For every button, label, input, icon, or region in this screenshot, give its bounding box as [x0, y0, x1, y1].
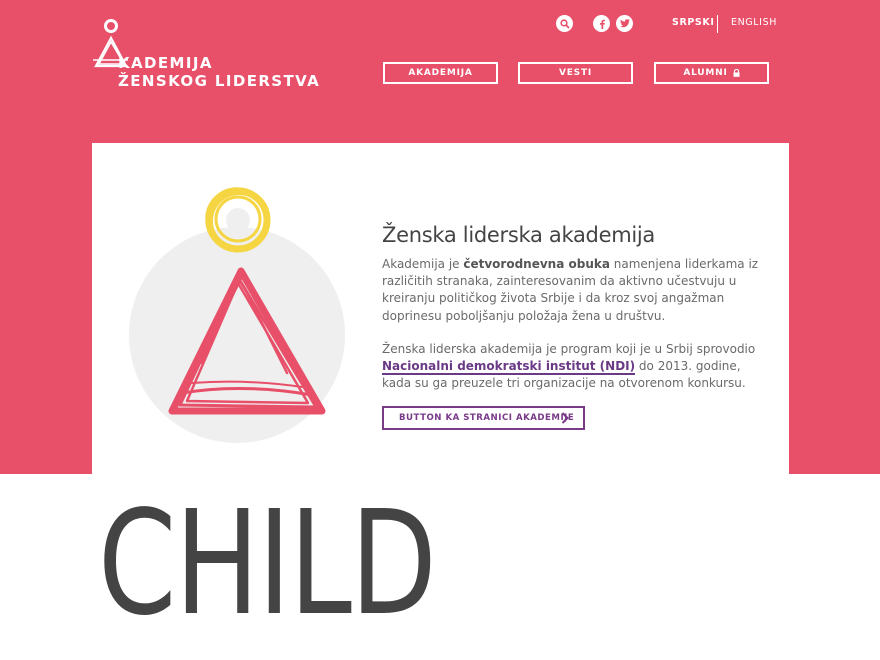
- para1-text-start: Akademija je: [382, 257, 464, 271]
- child-heading: CHILD: [98, 479, 437, 647]
- site-logo[interactable]: KADEMIJA ŽENSKOG LIDERSTVA: [90, 16, 319, 92]
- academy-illustration: [129, 187, 345, 443]
- lang-divider: [717, 15, 718, 33]
- intro-paragraph-2: Ženska liderska akademija je program koj…: [382, 341, 772, 393]
- ndi-link[interactable]: Nacionalni demokratski institut (NDI): [382, 359, 636, 376]
- intro-card: Ženska liderska akademija Akademija je č…: [92, 143, 789, 474]
- para1-bold-text: četvorodnevna obuka: [463, 257, 610, 271]
- search-icon[interactable]: [556, 15, 573, 32]
- card-title: Ženska liderska akademija: [382, 223, 655, 247]
- nav-alumni-label: ALUMNI: [683, 68, 728, 78]
- chevron-right-icon: [561, 412, 569, 424]
- nav-akademija-button[interactable]: AKADEMIJA: [383, 62, 498, 84]
- logo-text-line2: ŽENSKOG LIDERSTVA: [118, 72, 321, 90]
- facebook-icon[interactable]: [593, 15, 610, 32]
- nav-akademija-label: AKADEMIJA: [408, 68, 473, 78]
- twitter-icon[interactable]: [616, 15, 633, 32]
- academy-page-button[interactable]: BUTTON KA STRANICI AKADEMIJE: [382, 406, 585, 430]
- intro-paragraph-1: Akademija je četvorodnevna obuka namenje…: [382, 256, 772, 325]
- logo-text-line1: KADEMIJA: [118, 54, 213, 72]
- lang-english[interactable]: ENGLISH: [731, 17, 777, 28]
- para2-text-start: Ženska liderska akademija je program koj…: [382, 342, 756, 356]
- lang-srpski[interactable]: SRPSKI: [672, 17, 714, 28]
- academy-page-button-label: BUTTON KA STRANICI AKADEMIJE: [399, 413, 575, 423]
- nav-vesti-label: VESTI: [558, 68, 593, 78]
- lock-icon: [733, 69, 740, 77]
- nav-vesti-button[interactable]: VESTI: [518, 62, 633, 84]
- nav-alumni-button[interactable]: ALUMNI: [654, 62, 769, 84]
